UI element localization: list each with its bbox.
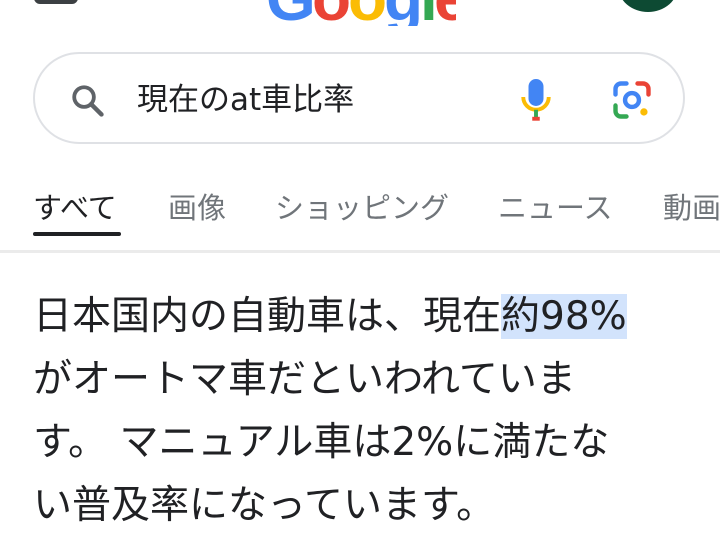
tab-news[interactable]: ニュース: [498, 188, 613, 228]
search-results-page: G o o g l e 現在のat車比率: [0, 0, 720, 540]
google-logo-graphic: G o o g l e: [266, 0, 456, 26]
search-box[interactable]: 現在のat車比率: [33, 52, 685, 144]
tab-all[interactable]: すべて: [33, 188, 117, 228]
answer-line-1: 日本国内の自動車は、現在約98%: [33, 285, 703, 348]
google-logo[interactable]: G o o g l e: [266, 0, 456, 26]
search-icon[interactable]: [69, 82, 107, 120]
tab-images[interactable]: 画像: [168, 188, 226, 228]
svg-text:o: o: [312, 0, 351, 26]
tab-videos[interactable]: 動画: [663, 188, 720, 228]
svg-text:e: e: [434, 0, 456, 26]
tabs-divider: [0, 250, 720, 253]
tab-shopping[interactable]: ショッピング: [275, 188, 449, 228]
search-tabs: すべて 画像 ショッピング ニュース 動画: [33, 178, 720, 238]
answer-line-4: い普及率になっています。: [33, 483, 496, 528]
svg-text:o: o: [348, 0, 387, 26]
active-tab-indicator: [33, 232, 121, 236]
google-lens-icon[interactable]: [610, 78, 654, 122]
answer-text: 日本国内の自動車は、現在: [33, 294, 502, 339]
svg-text:G: G: [266, 0, 316, 26]
answer-line-2: がオートマ車だといわれていま: [33, 357, 576, 402]
search-input[interactable]: 現在のat車比率: [137, 78, 354, 122]
menu-icon[interactable]: [34, 0, 78, 4]
account-avatar[interactable]: [618, 0, 678, 12]
featured-answer: 日本国内の自動車は、現在約98% がオートマ車だといわれていま す。 マニュアル…: [33, 285, 703, 537]
microphone-icon[interactable]: [518, 76, 554, 124]
answer-highlight: 約98%: [501, 294, 627, 339]
answer-line-3: す。 マニュアル車は2%に満たな: [33, 420, 610, 465]
svg-text:g: g: [384, 0, 423, 26]
